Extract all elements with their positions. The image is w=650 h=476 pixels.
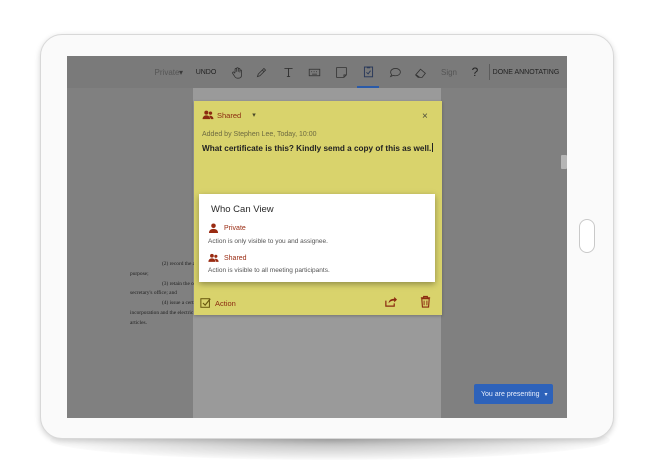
note-visibility-selector[interactable]: Shared ▾ bbox=[202, 110, 256, 120]
option-shared-label: Shared bbox=[224, 254, 247, 262]
text-cursor bbox=[432, 143, 434, 152]
tablet-home-button[interactable] bbox=[579, 219, 595, 253]
note-text: What certificate is this? Kindly semd a … bbox=[202, 144, 432, 153]
note-visibility-label: Shared bbox=[217, 110, 242, 120]
annotation-toolbar: Private ▾ UNDO Sign ? DONE ANNOTATING bbox=[67, 56, 567, 88]
shared-users-icon bbox=[202, 110, 214, 120]
comment-icon[interactable] bbox=[384, 56, 406, 88]
keyboard-icon[interactable] bbox=[303, 56, 325, 88]
note-icon[interactable] bbox=[330, 56, 352, 88]
option-shared[interactable]: Shared bbox=[208, 253, 247, 263]
option-shared-description: Action is visible to all meeting partici… bbox=[208, 267, 330, 274]
presenting-label: You are presenting bbox=[481, 390, 540, 398]
chevron-down-icon: ▾ bbox=[544, 391, 548, 398]
shared-users-icon bbox=[208, 253, 219, 263]
share-icon[interactable] bbox=[384, 295, 397, 308]
viewer-margin-left bbox=[67, 88, 193, 418]
trash-icon[interactable] bbox=[419, 295, 432, 308]
highlighter-icon[interactable] bbox=[250, 56, 272, 88]
option-private[interactable]: Private bbox=[208, 223, 246, 233]
user-icon bbox=[208, 223, 219, 233]
chevron-down-icon[interactable]: ▾ bbox=[252, 111, 256, 119]
option-private-description: Action is only visible to you and assign… bbox=[208, 238, 328, 245]
document-line: articles. bbox=[130, 319, 147, 326]
popup-title: Who Can View bbox=[211, 204, 274, 215]
action-label: Action bbox=[215, 298, 236, 308]
privacy-caret-icon[interactable]: ▾ bbox=[176, 56, 186, 88]
action-icon[interactable] bbox=[357, 56, 379, 88]
text-icon[interactable] bbox=[277, 56, 299, 88]
note-text-input[interactable]: What certificate is this? Kindly semd a … bbox=[202, 143, 434, 153]
note-meta: Added by Stephen Lee, Today, 10:00 bbox=[202, 131, 317, 138]
checkbox-icon[interactable] bbox=[200, 297, 212, 309]
help-button[interactable]: ? bbox=[469, 56, 481, 88]
action-toggle[interactable]: Action bbox=[200, 297, 236, 309]
viewer-margin-right bbox=[441, 88, 567, 418]
done-annotating-button[interactable]: DONE ANNOTATING bbox=[491, 56, 561, 88]
toolbar-divider bbox=[489, 64, 490, 80]
eraser-icon[interactable] bbox=[409, 56, 431, 88]
undo-button[interactable]: UNDO bbox=[195, 56, 217, 88]
option-private-label: Private bbox=[224, 224, 246, 232]
who-can-view-popup: Who Can View Private Action is only visi… bbox=[199, 194, 435, 282]
presenting-button[interactable]: You are presenting ▾ bbox=[474, 384, 553, 404]
sign-button[interactable]: Sign bbox=[435, 56, 463, 88]
hand-icon[interactable] bbox=[226, 56, 248, 88]
close-icon[interactable]: × bbox=[422, 111, 428, 122]
scrollbar-thumb[interactable] bbox=[561, 155, 567, 169]
